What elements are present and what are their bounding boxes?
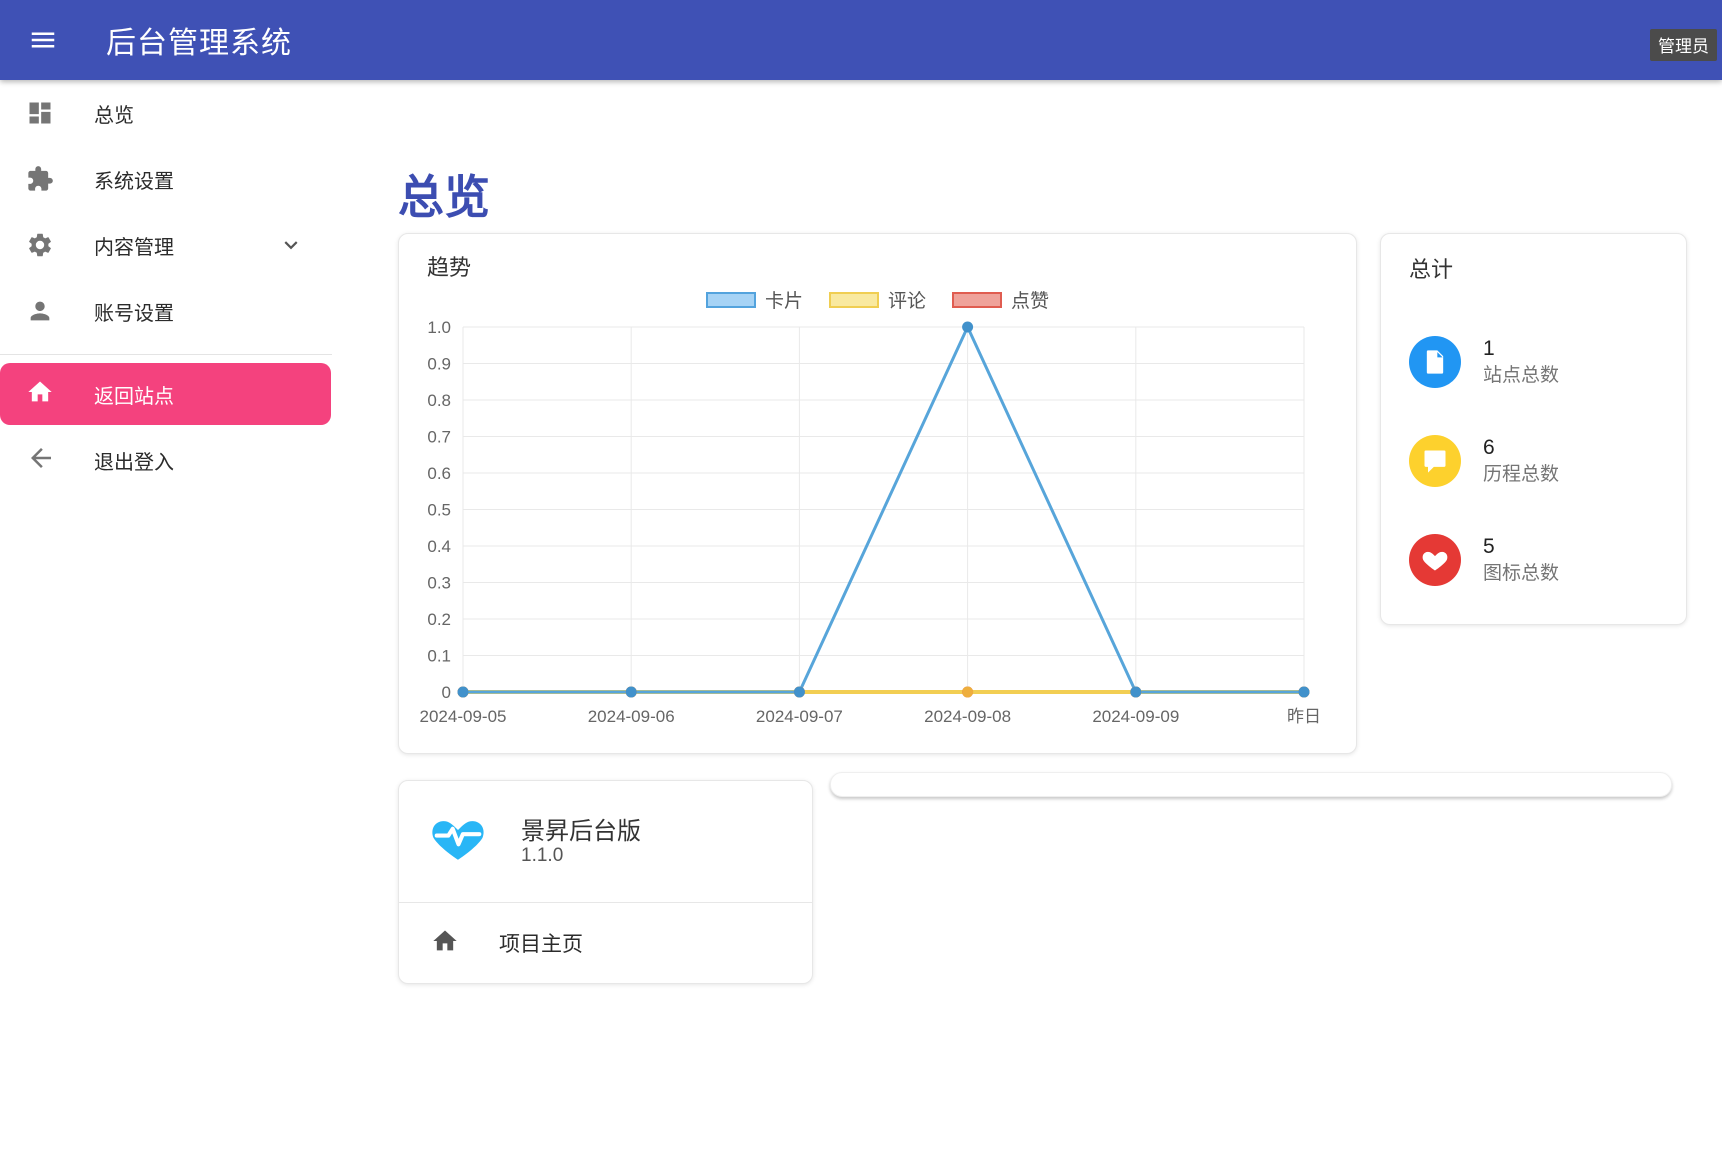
svg-text:0.8: 0.8	[427, 391, 451, 410]
svg-text:2024-09-05: 2024-09-05	[420, 707, 507, 726]
product-name: 景昇后台版	[521, 811, 641, 846]
home-icon	[431, 927, 459, 960]
stat-value: 5	[1483, 533, 1559, 561]
back-to-site-label: 返回站点	[94, 380, 174, 409]
gear-icon	[26, 231, 54, 259]
comment-icon	[1409, 435, 1461, 487]
page-title: 总览	[398, 161, 490, 227]
dashboard-icon	[26, 99, 54, 127]
sidebar-item-content-management[interactable]: 内容管理	[0, 212, 332, 278]
app-title: 后台管理系统	[106, 18, 292, 62]
svg-text:2024-09-07: 2024-09-07	[756, 707, 843, 726]
svg-text:0.3: 0.3	[427, 574, 451, 593]
app-window: 后台管理系统 管理员 总览系统设置内容管理账号设置 返回站点 退出登入 总览 趋…	[0, 0, 1722, 1170]
stat-row: 6历程总数	[1409, 411, 1670, 510]
svg-text:0.2: 0.2	[427, 610, 451, 629]
project-home-link[interactable]: 项目主页	[399, 903, 812, 983]
svg-text:2024-09-09: 2024-09-09	[1092, 707, 1179, 726]
sidebar-item-label: 系统设置	[94, 165, 174, 194]
menu-hamburger-icon[interactable]	[26, 23, 60, 57]
svg-text:0: 0	[442, 683, 451, 702]
chevron-down-icon[interactable]	[278, 232, 304, 258]
sidebar-item-label: 内容管理	[94, 231, 174, 260]
about-card-top: 景昇后台版 1.1.0	[399, 781, 812, 902]
trend-chart: 0 0.1 0.2 0.3 0.4 0.5 0.6 0.7 0.8 0.9 1.0 2024-09-0…	[399, 234, 1358, 755]
product-version: 1.1.0	[521, 845, 563, 867]
sidebar-item-account-settings[interactable]: 账号设置	[0, 278, 332, 344]
stat-row: 5图标总数	[1409, 510, 1670, 609]
app-header: 后台管理系统 管理员	[0, 0, 1722, 80]
svg-text:0.9: 0.9	[427, 355, 451, 374]
user-role-badge: 管理员	[1650, 29, 1717, 61]
sidebar-nav: 总览系统设置内容管理账号设置	[0, 80, 332, 344]
svg-text:0.4: 0.4	[427, 537, 451, 556]
svg-text:0.1: 0.1	[427, 647, 451, 666]
empty-card-bar	[830, 772, 1672, 797]
sidebar-divider	[0, 354, 332, 355]
sidebar-item-label: 总览	[94, 99, 134, 128]
stat-value: 6	[1483, 434, 1559, 462]
sidebar: 总览系统设置内容管理账号设置 返回站点 退出登入	[0, 80, 332, 1170]
svg-text:昨日: 昨日	[1287, 707, 1321, 726]
stat-label: 图标总数	[1483, 561, 1559, 587]
svg-text:0.5: 0.5	[427, 501, 451, 520]
svg-text:0.6: 0.6	[427, 464, 451, 483]
totals-stats: 1站点总数6历程总数5图标总数	[1409, 312, 1670, 609]
logout-label: 退出登入	[94, 446, 174, 475]
arrow-left-icon	[26, 443, 56, 478]
document-icon	[1409, 336, 1461, 388]
svg-text:1.0: 1.0	[427, 318, 451, 337]
project-home-label: 项目主页	[499, 928, 583, 958]
stat-label: 历程总数	[1483, 462, 1559, 488]
home-icon	[26, 378, 54, 411]
logout-button[interactable]: 退出登入	[0, 425, 332, 495]
about-card: 景昇后台版 1.1.0 项目主页	[398, 780, 813, 984]
stat-label: 站点总数	[1483, 363, 1559, 389]
stat-row: 1站点总数	[1409, 312, 1670, 411]
totals-title: 总计	[1409, 252, 1453, 284]
svg-text:0.7: 0.7	[427, 428, 451, 447]
person-icon	[26, 297, 54, 325]
sidebar-item-system-settings[interactable]: 系统设置	[0, 146, 332, 212]
heart-pulse-icon	[429, 809, 487, 867]
sidebar-item-overview[interactable]: 总览	[0, 80, 332, 146]
puzzle-icon	[26, 165, 54, 193]
back-to-site-button[interactable]: 返回站点	[0, 363, 331, 425]
svg-text:2024-09-08: 2024-09-08	[924, 707, 1011, 726]
heart-icon	[1409, 534, 1461, 586]
svg-text:2024-09-06: 2024-09-06	[588, 707, 675, 726]
sidebar-item-label: 账号设置	[94, 297, 174, 326]
trend-chart-card: 趋势 卡片评论点赞 00.10.20.30.40.50.60.70.80.91.…	[398, 233, 1357, 754]
stat-value: 1	[1483, 335, 1559, 363]
totals-card: 总计 1站点总数6历程总数5图标总数	[1380, 233, 1687, 625]
